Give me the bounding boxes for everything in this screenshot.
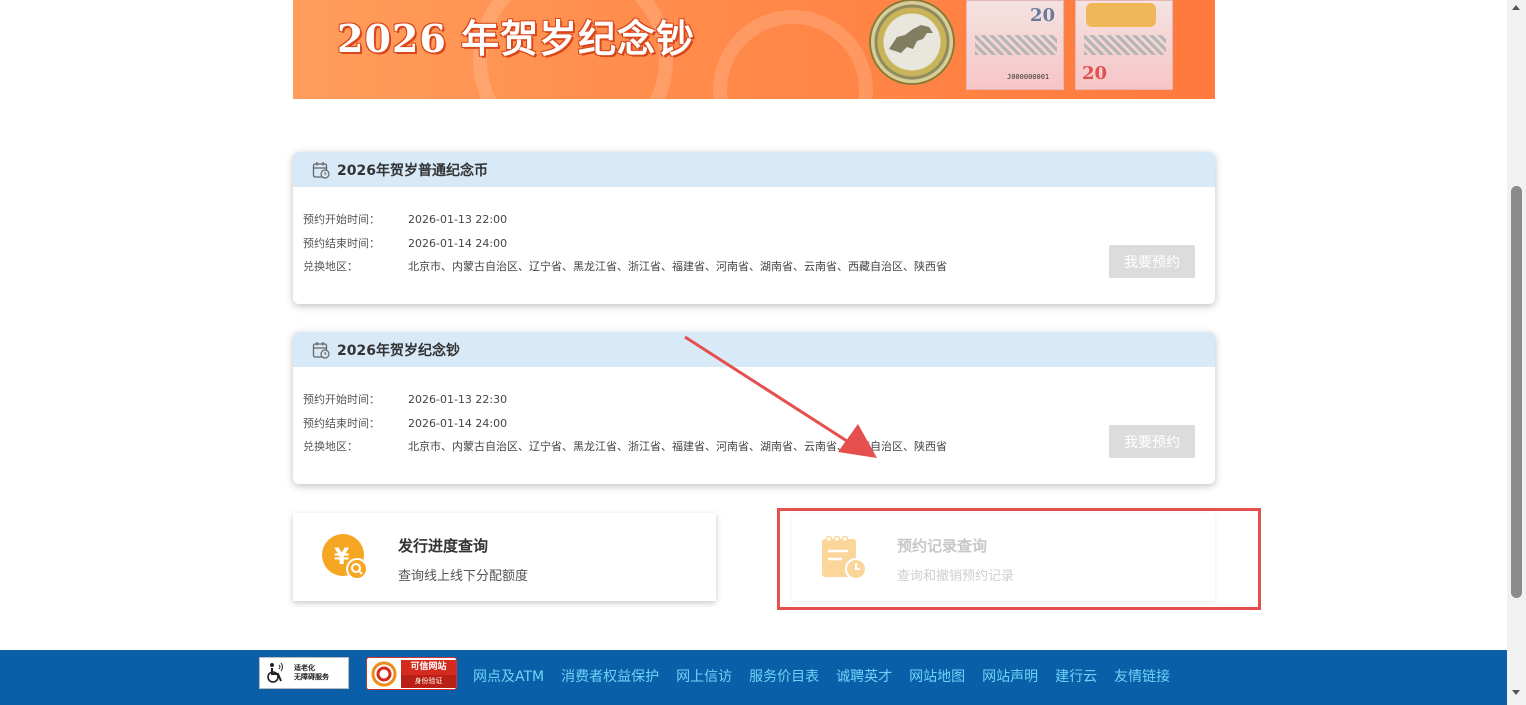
accessibility-line1: 适老化	[294, 664, 315, 672]
end-time-row: 预约结束时间： 2026-01-14 24:00	[303, 232, 1215, 256]
card-header: 2026年贺岁纪念钞	[293, 332, 1215, 367]
row-value: 2026-01-13 22:30	[408, 393, 508, 406]
issue-progress-query[interactable]: ¥ 发行进度查询 查询线上线下分配额度	[293, 513, 716, 601]
start-time-row: 预约开始时间： 2026-01-13 22:30	[303, 388, 1215, 412]
highlight-box	[777, 508, 1261, 610]
row-value: 北京市、内蒙古自治区、辽宁省、黑龙江省、浙江省、福建省、河南省、湖南省、云南省、…	[408, 260, 947, 273]
start-time-row: 预约开始时间： 2026-01-13 22:00	[303, 208, 1215, 232]
commemorative-coin-image	[871, 1, 953, 83]
row-label: 兑换地区：	[303, 260, 358, 273]
card-body: 预约开始时间： 2026-01-13 22:00 预约结束时间： 2026-01…	[293, 187, 1215, 279]
row-value: 2026-01-13 22:00	[408, 213, 508, 226]
note-pattern	[975, 35, 1057, 55]
scroll-down-arrow-icon[interactable]	[1512, 690, 1520, 695]
query-title: 发行进度查询	[398, 537, 489, 555]
banner: 2026 年贺岁纪念钞 20 J000000001 20	[293, 0, 1215, 99]
trusted-seal-icon	[371, 661, 397, 687]
note-serial: J000000001	[1007, 73, 1050, 81]
calendar-icon	[312, 341, 330, 359]
reserve-button[interactable]: 我要预约	[1109, 245, 1195, 278]
footer-link-atm[interactable]: 网点及ATM	[473, 666, 544, 686]
scroll-up-arrow-icon[interactable]	[1512, 5, 1520, 10]
trusted-main-text: 可信网站	[401, 660, 456, 675]
card-title: 2026年贺岁普通纪念币	[337, 162, 488, 179]
reserve-button[interactable]: 我要预约	[1109, 425, 1195, 458]
trusted-site-badge[interactable]: 可信网站 身份验证	[366, 657, 457, 690]
note-pattern	[1084, 35, 1166, 55]
row-value: 2026-01-14 24:00	[408, 236, 508, 250]
card-title: 2026年贺岁纪念钞	[337, 342, 460, 359]
footer-link-petition[interactable]: 网上信访	[676, 666, 732, 686]
row-label: 预约结束时间：	[303, 416, 380, 430]
row-value: 2026-01-14 24:00	[408, 416, 508, 430]
banner-swirl	[713, 10, 873, 99]
region-row: 兑换地区： 北京市、内蒙古自治区、辽宁省、黑龙江省、浙江省、福建省、河南省、湖南…	[303, 255, 1215, 279]
wheelchair-icon	[267, 662, 283, 683]
accessibility-text: 适老化 无障碍服务	[294, 664, 329, 682]
yuan-search-icon: ¥	[322, 534, 368, 580]
horse-icon	[889, 25, 933, 53]
footer: 适老化 无障碍服务 可信网站 身份验证 网点及ATM 消费者权益保护 网上信访 …	[0, 650, 1507, 705]
coin-reservation-card: 2026年贺岁普通纪念币 预约开始时间： 2026-01-13 22:00 预约…	[293, 152, 1215, 304]
banknote-back-image: 20	[1075, 0, 1173, 90]
query-subtitle: 查询线上线下分配额度	[398, 569, 529, 584]
footer-links: 网点及ATM 消费者权益保护 网上信访 服务价目表 诚聘英才 网站地图 网站声明…	[473, 666, 1187, 686]
row-label: 预约结束时间：	[303, 236, 380, 250]
card-body: 预约开始时间： 2026-01-13 22:30 预约结束时间： 2026-01…	[293, 367, 1215, 459]
footer-link-statement[interactable]: 网站声明	[982, 666, 1038, 686]
footer-link-consumer-rights[interactable]: 消费者权益保护	[561, 666, 659, 686]
end-time-row: 预约结束时间： 2026-01-14 24:00	[303, 412, 1215, 436]
row-value: 北京市、内蒙古自治区、辽宁省、黑龙江省、浙江省、福建省、河南省、湖南省、云南省、…	[408, 440, 947, 453]
page: 2026 年贺岁纪念钞 20 J000000001 20 2026年贺岁普通纪念…	[0, 0, 1526, 705]
note-amount: 20	[1082, 63, 1108, 84]
note-amount: 20	[1029, 5, 1055, 26]
banner-title: 2026 年贺岁纪念钞	[337, 16, 695, 61]
footer-link-sitemap[interactable]: 网站地图	[909, 666, 965, 686]
footer-link-careers[interactable]: 诚聘英才	[836, 666, 892, 686]
row-label: 兑换地区：	[303, 440, 358, 453]
banknote-image: 20 J000000001	[966, 0, 1064, 90]
region-row: 兑换地区： 北京市、内蒙古自治区、辽宁省、黑龙江省、浙江省、福建省、河南省、湖南…	[303, 435, 1215, 459]
footer-link-price-list[interactable]: 服务价目表	[749, 666, 819, 686]
note-horse-art	[1086, 3, 1156, 27]
row-label: 预约开始时间：	[303, 393, 380, 406]
scroll-thumb[interactable]	[1511, 186, 1522, 598]
footer-link-ccb-cloud[interactable]: 建行云	[1055, 666, 1097, 686]
banknote-reservation-card: 2026年贺岁纪念钞 预约开始时间： 2026-01-13 22:30 预约结束…	[293, 332, 1215, 484]
row-label: 预约开始时间：	[303, 213, 380, 226]
footer-link-friend-links[interactable]: 友情链接	[1114, 666, 1170, 686]
accessibility-line2: 无障碍服务	[294, 673, 329, 681]
trusted-sub-text: 身份验证	[401, 675, 456, 688]
calendar-icon	[312, 161, 330, 179]
accessibility-badge[interactable]: 适老化 无障碍服务	[259, 657, 349, 689]
card-header: 2026年贺岁普通纪念币	[293, 152, 1215, 187]
vertical-scrollbar[interactable]	[1507, 0, 1526, 705]
